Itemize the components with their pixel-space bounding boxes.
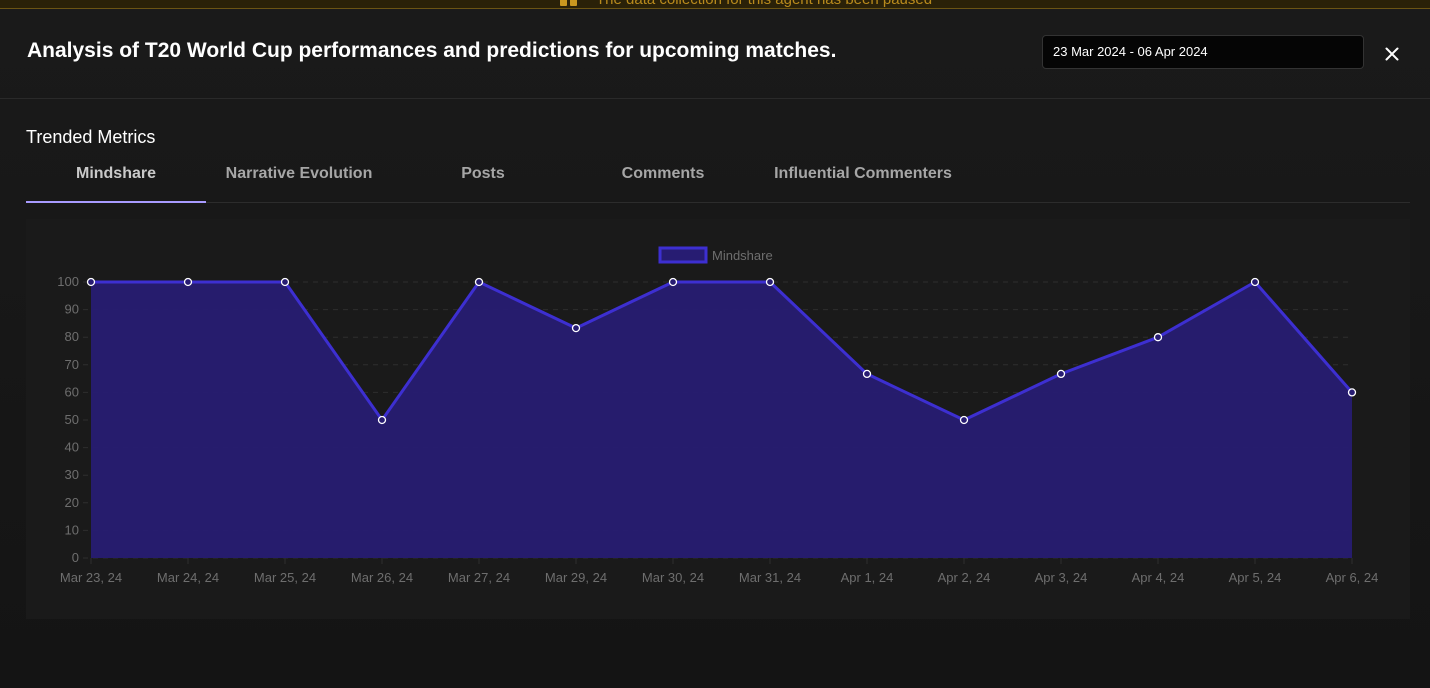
legend-swatch-mindshare <box>658 246 708 264</box>
data-point <box>183 277 193 287</box>
x-tick-label: Mar 27, 24 <box>448 570 510 585</box>
x-tick-label: Mar 30, 24 <box>642 570 704 585</box>
metrics-tabs: Mindshare Narrative Evolution Posts Comm… <box>26 157 1410 203</box>
close-button[interactable] <box>1381 43 1403 65</box>
tab-comments[interactable]: Comments <box>573 157 753 202</box>
y-tick-label: 20 <box>65 495 79 510</box>
chart-panel: 0 10 20 30 40 50 60 70 80 90 100 Mar 23, 24 Mar 24, … <box>26 219 1410 619</box>
data-point <box>1347 388 1357 397</box>
y-tick-label: 90 <box>65 302 79 317</box>
data-point <box>571 323 581 333</box>
data-point <box>1153 333 1163 342</box>
x-tick-label: Apr 5, 24 <box>1229 570 1282 585</box>
y-tick-label: 50 <box>65 412 79 427</box>
modal-header: Analysis of T20 World Cup performances a… <box>0 9 1430 99</box>
x-tick-label: Apr 6, 24 <box>1326 570 1379 585</box>
page-title: Analysis of T20 World Cup performances a… <box>27 39 837 62</box>
x-tick-label: Apr 3, 24 <box>1035 570 1088 585</box>
x-tick-label: Mar 31, 24 <box>739 570 801 585</box>
data-point <box>959 415 969 425</box>
section-title: Trended Metrics <box>26 127 156 147</box>
x-tick-label: Mar 26, 24 <box>351 570 413 585</box>
x-tick-label: Apr 2, 24 <box>938 570 991 585</box>
data-point <box>1250 277 1260 287</box>
y-tick-label: 30 <box>65 467 79 482</box>
legend-label-mindshare: Mindshare <box>712 248 773 263</box>
y-tick-label: 80 <box>65 329 79 344</box>
series-area-mindshare <box>91 282 1352 558</box>
data-point <box>377 415 387 425</box>
y-tick-label: 0 <box>72 550 79 565</box>
pause-icon <box>560 0 582 6</box>
mindshare-chart: 0 10 20 30 40 50 60 70 80 90 100 Mar 23, 24 Mar 24, … <box>57 246 1379 585</box>
x-tick-label: Mar 25, 24 <box>254 570 316 585</box>
data-point <box>862 369 872 379</box>
data-point <box>280 277 290 287</box>
x-tick-label: Mar 29, 24 <box>545 570 607 585</box>
paused-banner: The data collection for this agent has b… <box>0 0 1430 9</box>
banner-text: The data collection for this agent has b… <box>596 0 932 8</box>
data-point <box>86 277 96 287</box>
tab-narrative-evolution[interactable]: Narrative Evolution <box>209 157 389 202</box>
data-point <box>474 277 484 287</box>
data-point <box>668 277 678 287</box>
data-point <box>1056 369 1066 379</box>
tab-influential-commenters[interactable]: Influential Commenters <box>773 157 953 202</box>
x-tick-label: Mar 23, 24 <box>60 570 122 585</box>
date-range-picker[interactable]: 23 Mar 2024 - 06 Apr 2024 <box>1042 35 1364 69</box>
y-tick-label: 10 <box>65 522 79 537</box>
y-tick-label: 40 <box>65 440 79 455</box>
y-tick-label: 70 <box>65 357 79 372</box>
tab-mindshare[interactable]: Mindshare <box>26 157 206 203</box>
x-tick-label: Apr 4, 24 <box>1132 570 1185 585</box>
x-tick-label: Apr 1, 24 <box>841 570 894 585</box>
data-point <box>765 277 775 287</box>
close-icon <box>1385 47 1399 61</box>
tab-posts[interactable]: Posts <box>393 157 573 202</box>
y-tick-label: 60 <box>65 384 79 399</box>
x-tick-label: Mar 24, 24 <box>157 570 219 585</box>
y-tick-label: 100 <box>57 274 79 289</box>
metrics-modal: Analysis of T20 World Cup performances a… <box>0 9 1430 688</box>
